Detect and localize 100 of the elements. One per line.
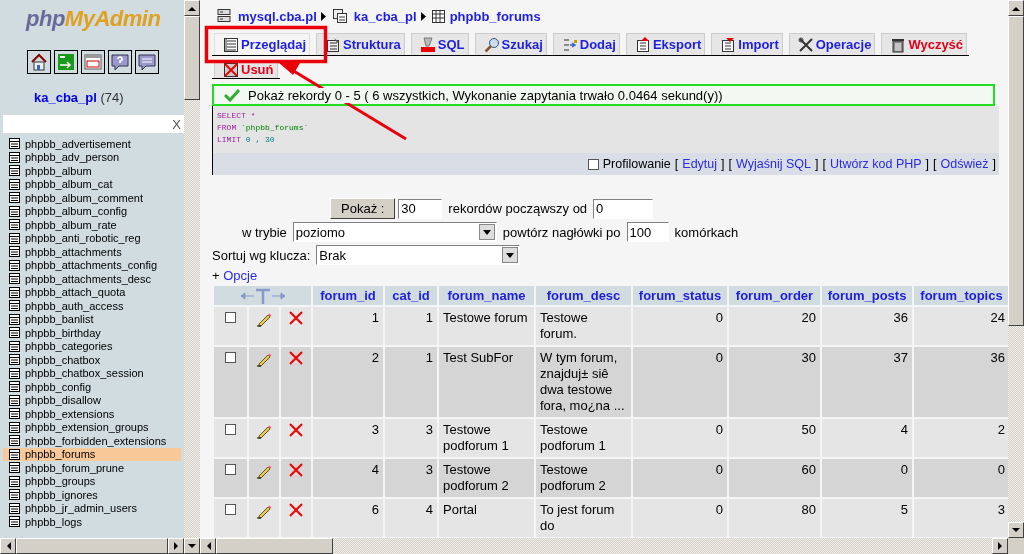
scroll-up-icon[interactable] bbox=[1012, 5, 1020, 11]
table-item[interactable]: phpbb_birthday bbox=[3, 326, 181, 340]
filter-field[interactable]: X bbox=[3, 115, 184, 133]
pencil-icon[interactable] bbox=[256, 463, 272, 479]
column-header[interactable]: forum_desc bbox=[536, 286, 631, 305]
table-item[interactable]: phpbb_album_comment bbox=[3, 191, 181, 205]
scroll-down-icon[interactable] bbox=[1012, 527, 1020, 533]
column-header[interactable]: forum_id bbox=[313, 286, 383, 305]
breadcrumb-link[interactable]: ka_cba_pl bbox=[353, 8, 417, 24]
table-item[interactable]: phpbb_attachments_desc bbox=[3, 272, 181, 286]
scroll-thumb[interactable] bbox=[184, 16, 200, 100]
checkbox[interactable] bbox=[587, 158, 599, 170]
checkbox[interactable] bbox=[225, 504, 236, 515]
horizontal-scrollbar[interactable] bbox=[0, 538, 184, 554]
delete-icon[interactable] bbox=[289, 423, 303, 437]
checkbox[interactable] bbox=[225, 424, 236, 435]
link[interactable]: Wyjaśnij SQL bbox=[736, 157, 811, 171]
pencil-icon[interactable] bbox=[256, 423, 272, 439]
options-link[interactable]: Opcje bbox=[223, 268, 258, 283]
checkbox[interactable] bbox=[225, 352, 236, 363]
table-item[interactable]: phpbb_attachments_config bbox=[3, 258, 181, 272]
show-button[interactable]: Pokaż : bbox=[330, 198, 396, 219]
column-header[interactable]: forum_name bbox=[439, 286, 534, 305]
scroll-thumb[interactable] bbox=[216, 538, 333, 554]
table-item[interactable]: phpbb_groups bbox=[3, 474, 181, 488]
delete-icon[interactable] bbox=[289, 351, 303, 365]
tab[interactable]: Eksport bbox=[625, 33, 706, 55]
pencil-icon[interactable] bbox=[256, 503, 272, 519]
delete-icon[interactable] bbox=[289, 311, 303, 325]
table-item[interactable]: phpbb_anti_robotic_reg bbox=[3, 231, 181, 245]
table-item[interactable]: phpbb_extensions bbox=[3, 407, 181, 421]
table-item[interactable]: phpbb_chatbox bbox=[3, 353, 181, 367]
link[interactable]: Edytuj bbox=[682, 157, 718, 171]
table-item[interactable]: phpbb_attach_quota bbox=[3, 285, 181, 299]
column-header[interactable]: forum_posts bbox=[822, 286, 912, 305]
scroll-up-icon[interactable] bbox=[188, 5, 196, 11]
scroll-left-icon[interactable] bbox=[205, 542, 211, 550]
column-header[interactable]: cat_id bbox=[385, 286, 437, 305]
tab[interactable]: Operacje bbox=[788, 33, 876, 55]
scroll-down-icon[interactable] bbox=[188, 543, 196, 549]
exit-icon[interactable] bbox=[54, 50, 78, 74]
checkbox[interactable] bbox=[225, 464, 236, 475]
tab[interactable]: Struktura bbox=[316, 33, 405, 55]
table-item[interactable]: phpbb_forums bbox=[3, 447, 181, 461]
delete-icon[interactable] bbox=[289, 463, 303, 477]
table-item[interactable]: phpbb_attachments bbox=[3, 245, 181, 259]
horizontal-scrollbar[interactable] bbox=[200, 538, 1008, 554]
logo[interactable]: phpMyAdmin bbox=[26, 6, 161, 32]
table-item[interactable]: phpbb_album_config bbox=[3, 204, 181, 218]
link[interactable]: Utwórz kod PHP bbox=[829, 157, 922, 171]
table-item[interactable]: phpbb_categories bbox=[3, 339, 181, 353]
table-item[interactable]: phpbb_advertisement bbox=[3, 137, 181, 151]
sql-window-icon[interactable] bbox=[81, 50, 105, 74]
mode-dropdown[interactable]: poziomo bbox=[292, 222, 497, 242]
table-item[interactable]: phpbb_forum_prune bbox=[3, 461, 181, 475]
column-header[interactable]: forum_topics bbox=[914, 286, 1008, 305]
table-item[interactable]: phpbb_album_rate bbox=[3, 218, 181, 232]
tab[interactable]: Import bbox=[711, 33, 783, 55]
tab[interactable]: SQL bbox=[410, 33, 469, 55]
breadcrumb-link[interactable]: phpbb_forums bbox=[449, 8, 541, 24]
tab[interactable]: Dodaj bbox=[552, 33, 620, 55]
column-header[interactable]: forum_order bbox=[729, 286, 820, 305]
checkbox[interactable] bbox=[225, 312, 236, 323]
table-item[interactable]: phpbb_disallow bbox=[3, 393, 181, 407]
table-item[interactable]: phpbb_adv_person bbox=[3, 150, 181, 164]
column-header[interactable]: forum_status bbox=[633, 286, 727, 305]
home-icon[interactable] bbox=[27, 50, 51, 74]
table-item[interactable]: phpbb_album bbox=[3, 164, 181, 178]
pencil-icon[interactable] bbox=[256, 351, 272, 367]
scroll-right-icon[interactable] bbox=[997, 542, 1003, 550]
table-item[interactable]: phpbb_ignores bbox=[3, 488, 181, 502]
help-icon[interactable] bbox=[108, 50, 132, 74]
scroll-right-icon[interactable] bbox=[173, 542, 179, 550]
rows-field[interactable]: 30 bbox=[398, 198, 443, 219]
link[interactable]: Odśwież bbox=[940, 157, 989, 171]
table-item[interactable]: phpbb_chatbox_session bbox=[3, 366, 181, 380]
table-item[interactable]: phpbb_banlist bbox=[3, 312, 181, 326]
repeat-field[interactable]: 100 bbox=[626, 222, 669, 242]
start-field[interactable]: 0 bbox=[593, 198, 654, 219]
scroll-thumb[interactable] bbox=[16, 538, 168, 554]
tab[interactable]: Szukaj bbox=[474, 33, 547, 55]
database-link[interactable]: ka_cba_pl bbox=[34, 90, 97, 105]
table-item[interactable]: phpbb_auth_access bbox=[3, 299, 181, 313]
pencil-icon[interactable] bbox=[256, 311, 272, 327]
table-item[interactable]: phpbb_config bbox=[3, 380, 181, 394]
table-item[interactable]: phpbb_forbidden_extensions bbox=[3, 434, 181, 448]
table-item[interactable]: phpbb_logs bbox=[3, 515, 181, 529]
breadcrumb-link[interactable]: mysql.cba.pl bbox=[238, 8, 317, 24]
vertical-scrollbar[interactable] bbox=[184, 0, 200, 554]
tab[interactable]: Przeglądaj bbox=[214, 33, 311, 55]
clear-button[interactable]: X bbox=[172, 116, 184, 132]
sort-dropdown[interactable]: Brak bbox=[316, 245, 521, 265]
table-item[interactable]: phpbb_album_cat bbox=[3, 177, 181, 191]
vertical-scrollbar[interactable] bbox=[1008, 0, 1024, 554]
tab[interactable]: Wyczyść bbox=[881, 33, 968, 55]
table-item[interactable]: phpbb_extension_groups bbox=[3, 420, 181, 434]
table-item[interactable]: phpbb_jr_admin_users bbox=[3, 501, 181, 515]
query-window-icon[interactable] bbox=[135, 50, 159, 74]
scroll-left-icon[interactable] bbox=[5, 542, 11, 550]
scroll-thumb[interactable] bbox=[1008, 16, 1024, 326]
